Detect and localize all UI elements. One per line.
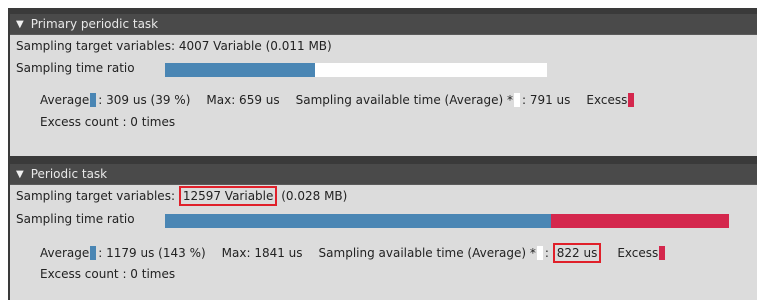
- sampling-target-value: 12597 Variable: [182, 189, 274, 203]
- average-label: Average: [40, 246, 90, 260]
- collapse-triangle-icon[interactable]: ▼: [16, 19, 24, 30]
- excess-time-bar: [551, 214, 729, 228]
- sampling-target-value: 4007 Variable: [178, 39, 262, 53]
- available-time-value: : 791 us: [521, 93, 571, 107]
- available-swatch-icon: [513, 93, 520, 107]
- sampling-time-ratio-label: Sampling time ratio: [16, 61, 135, 75]
- available-time-value-highlight: 822 us: [552, 243, 602, 263]
- excess-count: Excess count : 0 times: [40, 267, 176, 281]
- available-time-value: 822 us: [556, 246, 598, 260]
- used-time-bar: [165, 214, 551, 228]
- collapse-triangle-icon[interactable]: ▼: [16, 169, 24, 180]
- used-time-bar: [165, 63, 315, 77]
- sampling-time-ratio-bar: [165, 63, 547, 77]
- sampling-target-label: Sampling target variables: [16, 189, 171, 203]
- sampling-target-row: Sampling target variables : 4007 Variabl…: [16, 39, 332, 53]
- excess-swatch-icon: [628, 93, 635, 107]
- periodic-task-header[interactable]: ▼ Periodic task: [10, 164, 757, 184]
- label-colon: :: [170, 189, 179, 203]
- periodic-task-section: ▼ Periodic task Sampling target variable…: [10, 164, 757, 300]
- available-swatch-icon: [536, 246, 543, 260]
- sampling-time-ratio-bar: [165, 214, 729, 228]
- sampling-target-value-highlight: 12597 Variable: [178, 186, 278, 206]
- primary-periodic-task-body: Sampling target variables : 4007 Variabl…: [10, 34, 757, 156]
- sampling-time-ratio-label: Sampling time ratio: [16, 212, 135, 226]
- average-swatch-icon: [90, 246, 97, 260]
- statistics-row: Average : 1179 us (143 %) Max : 1841 us …: [40, 243, 667, 263]
- max-label: Max: [206, 93, 232, 107]
- excess-label: Excess: [586, 93, 628, 107]
- excess-swatch-icon: [659, 246, 666, 260]
- primary-periodic-task-section: ▼ Primary periodic task Sampling target …: [10, 14, 757, 156]
- statistics-row: Average : 309 us (39 %) Max : 659 us Sam…: [40, 93, 636, 107]
- max-label: Max: [221, 246, 247, 260]
- average-value: : 1179 us (143 %): [98, 246, 206, 260]
- sampling-target-label: Sampling target variables: [16, 39, 171, 53]
- max-value: : 1841 us: [246, 246, 303, 260]
- periodic-task-body: Sampling target variables : 12597 Variab…: [10, 184, 757, 300]
- label-colon: :: [544, 246, 553, 260]
- available-time-bar: [315, 63, 547, 77]
- section-title: Primary periodic task: [30, 17, 159, 31]
- max-value: : 659 us: [231, 93, 280, 107]
- average-label: Average: [40, 93, 90, 107]
- average-value: : 309 us (39 %): [98, 93, 191, 107]
- available-time-label: Sampling available time (Average) *: [295, 93, 513, 107]
- available-time-label: Sampling available time (Average) *: [318, 246, 536, 260]
- excess-label: Excess: [617, 246, 659, 260]
- label-colon: :: [170, 39, 179, 53]
- section-title: Periodic task: [30, 167, 108, 181]
- primary-periodic-task-header[interactable]: ▼ Primary periodic task: [10, 14, 757, 34]
- sampling-target-size: (0.011 MB): [265, 39, 332, 53]
- excess-count: Excess count : 0 times: [40, 115, 176, 129]
- sampling-target-size: (0.028 MB): [281, 189, 348, 203]
- average-swatch-icon: [90, 93, 97, 107]
- sampling-target-row: Sampling target variables : 12597 Variab…: [16, 186, 347, 206]
